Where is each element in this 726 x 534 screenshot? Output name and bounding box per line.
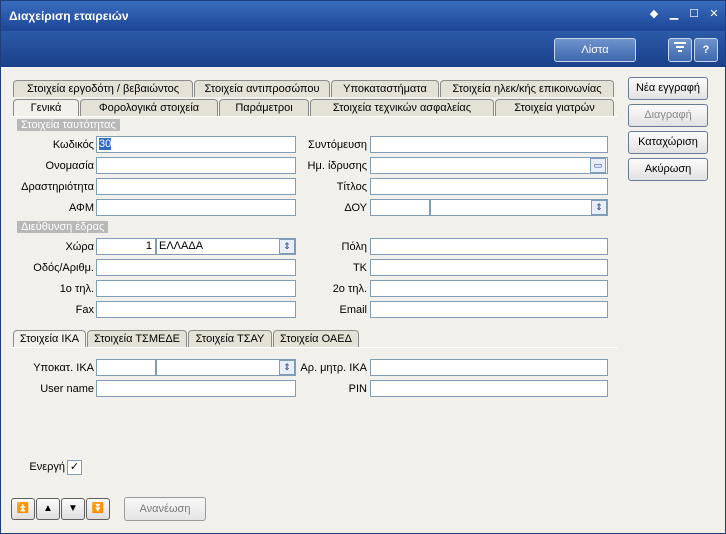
country-name-select[interactable]: ΕΛΛΑΔΑ — [156, 238, 296, 255]
last-record-button[interactable]: ⏬ — [86, 498, 110, 520]
activity-label: Δραστηριότητα — [21, 181, 94, 193]
zip-label: ΤΚ — [352, 262, 367, 274]
filter-icon — [674, 42, 686, 52]
abbreviation-field[interactable] — [370, 136, 608, 153]
street-field[interactable] — [96, 259, 296, 276]
previous-record-button[interactable]: ▲ — [36, 498, 60, 520]
doy-label: ΔΟΥ — [344, 202, 367, 214]
city-field[interactable] — [370, 238, 608, 255]
filter-button[interactable] — [668, 38, 692, 62]
first-record-button[interactable]: ⏫ — [11, 498, 35, 520]
tab-electronic-communication[interactable]: Στοιχεία ηλεκ/κής επικοινωνίας — [440, 80, 614, 97]
subtab-ika[interactable]: Στοιχεία ΙΚΑ — [13, 330, 86, 348]
first-icon: ⏫ — [16, 503, 30, 514]
tab-doctors[interactable]: Στοιχεία γιατρών — [495, 99, 614, 116]
delete-button[interactable]: Διαγραφή — [628, 104, 708, 127]
tab-general[interactable]: Γενικά — [13, 99, 79, 117]
ika-registry-label: Αρ. μητρ. ΙΚΑ — [300, 362, 367, 374]
tab-parameters[interactable]: Παράμετροι — [219, 99, 309, 116]
activity-field[interactable] — [96, 178, 296, 195]
tab-branches[interactable]: Υποκαταστήματα — [331, 80, 439, 97]
abbreviation-label: Συντόμευση — [308, 139, 367, 151]
code-label: Κωδικός — [52, 139, 94, 151]
subtab-divider — [10, 347, 618, 348]
cancel-button[interactable]: Ακύρωση — [628, 158, 708, 181]
username-field[interactable] — [96, 380, 296, 397]
tab-tax[interactable]: Φορολογικά στοιχεία — [80, 99, 218, 116]
title-label: Τίτλος — [336, 181, 367, 193]
title-field[interactable] — [370, 178, 608, 195]
email-field[interactable] — [370, 301, 608, 318]
username-label: User name — [40, 383, 94, 395]
fax-field[interactable] — [96, 301, 296, 318]
fax-label: Fax — [75, 304, 94, 316]
identity-section-title: Στοιχεία ταυτότητας — [17, 119, 120, 131]
country-code-field[interactable]: 1 — [96, 238, 156, 255]
founded-date-field[interactable] — [370, 157, 608, 174]
city-label: Πόλη — [341, 241, 367, 253]
active-label: Ενεργή — [29, 461, 65, 473]
down-arrow-icon: ▼ — [68, 503, 78, 514]
address-section-title: Διεύθυνση έδρας — [17, 221, 109, 233]
pin-icon[interactable]: ◆ — [647, 7, 661, 21]
ika-branch-label: Υποκατ. ΙΚΑ — [33, 362, 94, 374]
calendar-icon[interactable]: ▭ — [590, 158, 606, 173]
phone2-field[interactable] — [370, 280, 608, 297]
next-record-button[interactable]: ▼ — [61, 498, 85, 520]
window-title: Διαχείριση εταιρειών — [9, 9, 129, 23]
code-field[interactable]: 30 — [96, 136, 296, 153]
name-field[interactable] — [96, 157, 296, 174]
name-label: Ονομασία — [45, 160, 94, 172]
maximize-icon[interactable]: ☐ — [687, 7, 701, 21]
last-icon: ⏬ — [91, 503, 105, 514]
pin-field[interactable] — [370, 380, 608, 397]
ika-branch-select[interactable] — [156, 359, 296, 376]
up-arrow-icon: ▲ — [43, 503, 53, 514]
subtab-oaed[interactable]: Στοιχεία ΟΑΕΔ — [273, 330, 359, 347]
title-bar: Διαχείριση εταιρειών ◆ ▁ ☐ ✕ — [1, 1, 725, 31]
checkmark-icon: ✓ — [69, 461, 80, 473]
refresh-button[interactable]: Ανανέωση — [124, 497, 206, 521]
zip-field[interactable] — [370, 259, 608, 276]
phone2-label: 2ο τηλ. — [332, 283, 367, 295]
doy-name-select[interactable] — [430, 199, 608, 216]
company-management-window: Διαχείριση εταιρειών ◆ ▁ ☐ ✕ Λίστα ? Στο… — [0, 0, 726, 534]
active-checkbox[interactable]: ✓ — [67, 460, 82, 475]
tab-safety-technicians[interactable]: Στοιχεία τεχνικών ασφαλείας — [310, 99, 494, 116]
tab-employer[interactable]: Στοιχεία εργοδότη / βεβαιώντος — [13, 80, 193, 97]
subtab-tsay[interactable]: Στοιχεία ΤΣΑΥ — [188, 330, 272, 347]
email-label: Email — [339, 304, 367, 316]
ika-registry-field[interactable] — [370, 359, 608, 376]
phone1-field[interactable] — [96, 280, 296, 297]
ika-branch-code-field[interactable] — [96, 359, 156, 376]
save-button[interactable]: Καταχώριση — [628, 131, 708, 154]
code-value: 30 — [99, 138, 112, 150]
pin-label: PIN — [348, 383, 367, 395]
founded-label: Ημ. ίδρυσης — [307, 160, 367, 172]
afm-label: ΑΦΜ — [69, 202, 94, 214]
afm-field[interactable] — [96, 199, 296, 216]
country-label: Χώρα — [65, 241, 94, 253]
list-button[interactable]: Λίστα — [554, 38, 636, 62]
minimize-icon[interactable]: ▁ — [667, 7, 681, 21]
chevron-down-icon[interactable]: ⇕ — [591, 200, 607, 215]
street-label: Οδός/Αριθμ. — [33, 262, 94, 274]
help-button[interactable]: ? — [694, 38, 718, 62]
close-icon[interactable]: ✕ — [707, 7, 721, 21]
phone1-label: 1ο τηλ. — [59, 283, 94, 295]
new-record-button[interactable]: Νέα εγγραφή — [628, 77, 708, 100]
subtab-tsmede[interactable]: Στοιχεία ΤΣΜΕΔΕ — [87, 330, 187, 347]
doy-code-field[interactable] — [370, 199, 430, 216]
tab-representative[interactable]: Στοιχεία αντιπροσώπου — [194, 80, 330, 97]
